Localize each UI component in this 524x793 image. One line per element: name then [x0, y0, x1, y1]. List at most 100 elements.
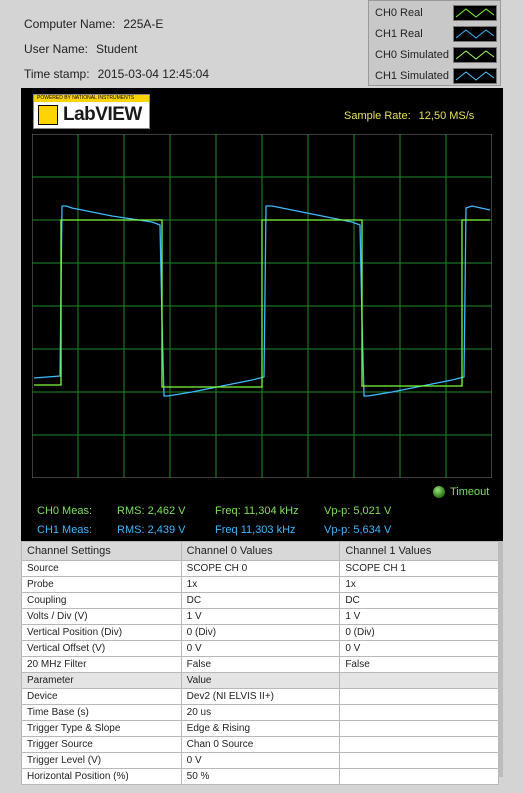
- sample-rate-label: Sample Rate:: [344, 110, 411, 122]
- sample-rate-value: 12,50 MS/s: [418, 110, 475, 122]
- ch0-rms-value: 2,462 V: [147, 505, 186, 517]
- legend-label: CH1 Real: [375, 28, 423, 40]
- table-cell: [339, 704, 499, 721]
- legend-swatch: [453, 5, 497, 21]
- ch0-vpp-label: Vp-p:: [324, 505, 351, 517]
- table-cell: False: [339, 656, 499, 673]
- table-header-cell: Channel 1 Values: [339, 541, 499, 561]
- ch1-vpp-value: 5,634 V: [353, 524, 392, 536]
- oscilloscope-panel: POWERED BY NATIONAL INSTRUMENTS LabVIEW …: [21, 88, 503, 541]
- ch0-freq-label: Freq:: [215, 505, 241, 517]
- ch0-rms-label: RMS:: [117, 505, 145, 517]
- legend-swatch: [453, 68, 497, 84]
- table-row[interactable]: 20 MHz Filter False False: [21, 656, 499, 673]
- ch0-freq: Freq: 11,304 kHz: [215, 505, 299, 517]
- table-cell: Probe: [21, 576, 182, 593]
- sample-rate: Sample Rate: 12,50 MS/s: [344, 110, 474, 122]
- table-cell: Dev2 (NI ELVIS II+): [180, 688, 341, 705]
- ch0-meas-label: CH0 Meas:: [37, 505, 93, 517]
- ch0-vpp: Vp-p: 5,021 V: [324, 505, 391, 517]
- ch1-vpp-label: Vp-p:: [324, 524, 351, 536]
- parameter-header-row: Parameter Value: [21, 672, 499, 689]
- table-cell: False: [180, 656, 341, 673]
- table-row[interactable]: Horizontal Position (%) 50 %: [21, 768, 499, 785]
- table-header-cell: Value: [180, 672, 341, 689]
- table-row[interactable]: Vertical Offset (V) 0 V0 V: [21, 640, 499, 657]
- legend-label: CH1 Simulated: [375, 70, 449, 82]
- table-header-cell: Channel 0 Values: [180, 541, 341, 561]
- table-cell: Volts / Div (V): [21, 608, 182, 625]
- logo-text: LabVIEW: [63, 104, 142, 125]
- legend-item-ch0-simulated[interactable]: CH0 Simulated: [369, 45, 502, 66]
- table-row[interactable]: Device Dev2 (NI ELVIS II+): [21, 688, 499, 705]
- ch1-rms-label: RMS:: [117, 524, 145, 536]
- timestamp-row: Time stamp: 2015-03-04 12:45:04: [24, 67, 209, 81]
- table-row[interactable]: Vertical Position (Div) 0 (Div) 0 (Div): [21, 624, 499, 641]
- legend-item-ch0-real[interactable]: CH0 Real: [369, 3, 502, 24]
- table-cell: [339, 768, 499, 785]
- ch0-rms: RMS: 2,462 V: [117, 505, 185, 517]
- table-cell: Trigger Source: [21, 736, 182, 753]
- table-cell: 1 V: [339, 608, 499, 625]
- computer-name-row: Computer Name: 225A-E: [24, 17, 163, 31]
- labview-mark-icon: [38, 105, 58, 125]
- table-cell: [339, 752, 499, 769]
- legend-label: CH0 Simulated: [375, 49, 449, 61]
- table-row[interactable]: Coupling DC DC: [21, 592, 499, 609]
- table-row[interactable]: Probe 1x 1x: [21, 576, 499, 593]
- table-row[interactable]: Trigger Level (V) 0 V: [21, 752, 499, 769]
- table-cell: Chan 0 Source: [180, 736, 341, 753]
- table-cell: Horizontal Position (%): [21, 768, 182, 785]
- table-cell: Edge & Rising: [180, 720, 341, 737]
- timeout-label: Timeout: [450, 486, 490, 498]
- waveform-graph[interactable]: [32, 134, 492, 478]
- timestamp-label: Time stamp:: [24, 67, 90, 81]
- table-row[interactable]: Trigger Source Chan 0 Source: [21, 736, 499, 753]
- table-header-cell: Parameter: [21, 672, 182, 689]
- user-name-value: Student: [96, 42, 138, 56]
- timestamp-value: 2015-03-04 12:45:04: [97, 67, 210, 81]
- table-cell: [339, 720, 499, 737]
- table-cell: Trigger Level (V): [21, 752, 182, 769]
- computer-name-value: 225A-E: [123, 17, 164, 31]
- table-cell: Source: [21, 560, 182, 577]
- ch1-rms: RMS: 2,439 V: [117, 524, 185, 536]
- computer-name-label: Computer Name:: [24, 17, 116, 31]
- table-cell: 0 V: [180, 752, 341, 769]
- table-cell: 0 (Div): [339, 624, 499, 641]
- legend-item-ch1-real[interactable]: CH1 Real: [369, 24, 502, 45]
- table-cell: 0 V: [180, 640, 341, 657]
- ch1-freq-value: 11,303 kHz: [240, 524, 296, 536]
- table-cell: Device: [21, 688, 182, 705]
- ch0-measurements: CH0 Meas:: [37, 505, 92, 517]
- user-name-label: User Name:: [24, 42, 89, 56]
- ch1-rms-value: 2,439 V: [147, 524, 186, 536]
- labview-logo: POWERED BY NATIONAL INSTRUMENTS LabVIEW: [33, 94, 150, 129]
- user-name-row: User Name: Student: [24, 42, 137, 56]
- table-scrollbar[interactable]: [499, 541, 503, 777]
- ch1-vpp: Vp-p: 5,634 V: [324, 524, 391, 536]
- legend-label: CH0 Real: [375, 7, 423, 19]
- table-cell: DC: [339, 592, 499, 609]
- table-cell: SCOPE CH 0: [180, 560, 341, 577]
- table-cell: 20 us: [180, 704, 341, 721]
- logo-small-text: POWERED BY NATIONAL INSTRUMENTS: [37, 95, 135, 101]
- table-header-cell: Channel Settings: [21, 541, 182, 561]
- table-cell: 0 (Div): [180, 624, 341, 641]
- legend-item-ch1-simulated[interactable]: CH1 Simulated: [369, 66, 502, 87]
- timeout-led-icon: [433, 486, 445, 498]
- table-cell: 20 MHz Filter: [21, 656, 182, 673]
- table-row[interactable]: Source SCOPE CH 0 SCOPE CH 1: [21, 560, 499, 577]
- table-row[interactable]: Trigger Type & Slope Edge & Rising: [21, 720, 499, 737]
- table-cell: DC: [180, 592, 341, 609]
- table-row[interactable]: Time Base (s) 20 us: [21, 704, 499, 721]
- table-cell: Vertical Offset (V): [21, 640, 182, 657]
- table-cell: 1x: [339, 576, 499, 593]
- table-cell: Coupling: [21, 592, 182, 609]
- table-cell: [339, 736, 499, 753]
- table-header-row: Channel Settings Channel 0 Values Channe…: [21, 541, 499, 561]
- ch1-freq: Freq 11,303 kHz: [215, 524, 296, 536]
- table-row[interactable]: Volts / Div (V) 1 V1 V: [21, 608, 499, 625]
- table-cell: SCOPE CH 1: [339, 560, 499, 577]
- table-cell: Trigger Type & Slope: [21, 720, 182, 737]
